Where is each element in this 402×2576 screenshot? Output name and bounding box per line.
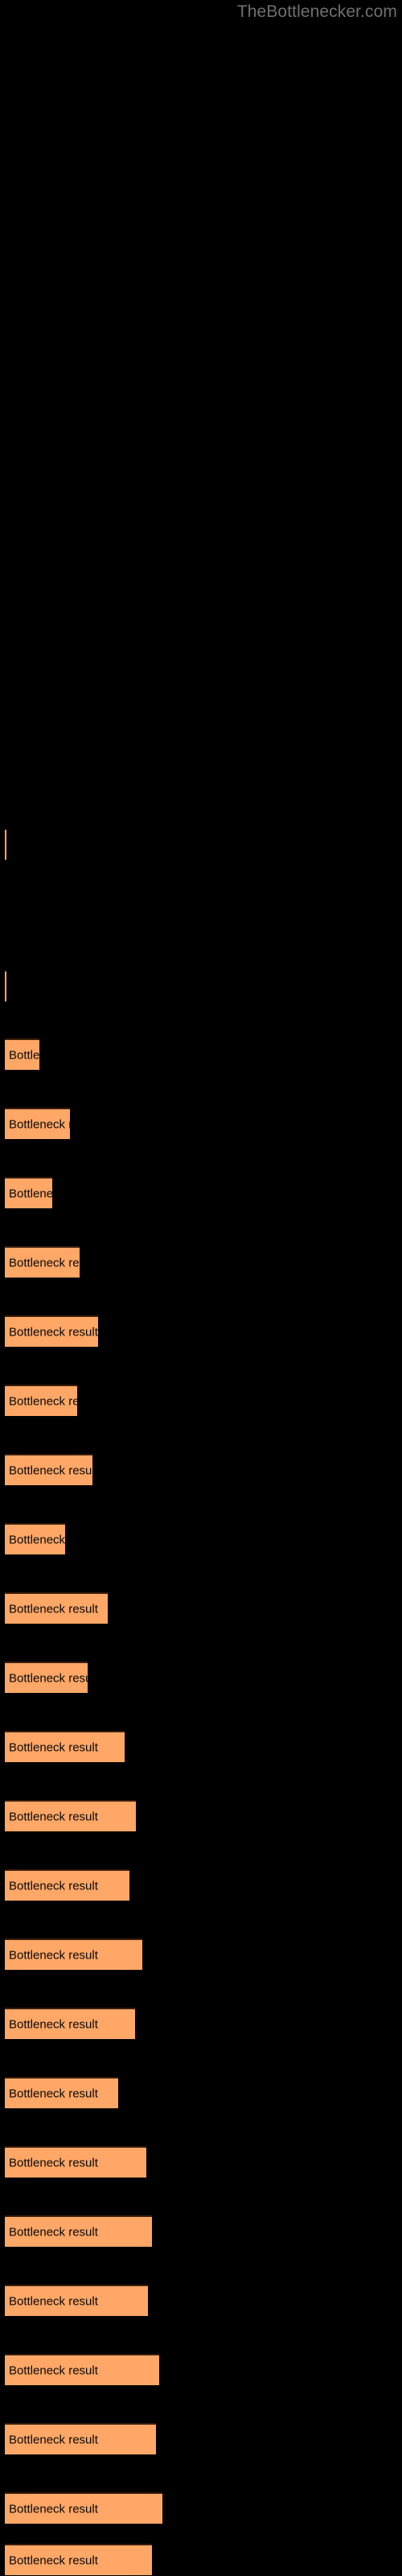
chart-bar-label: Bottleneck result (9, 1879, 98, 1893)
chart-bar[interactable]: Bottleneck result (5, 2215, 152, 2247)
chart-bar[interactable]: Bottleneck result (5, 2492, 162, 2524)
bottleneck-bar-chart: Bottleneck result Bottleneck result Bottle… (0, 0, 402, 2576)
chart-bar-label: Bottleneck result (9, 2363, 98, 2377)
page-root: TheBottlenecker.com Bottleneck resultBot… (0, 0, 402, 2576)
chart-bar-label: Bottleneck result (9, 1810, 98, 1823)
chart-bar-label: Bottleneck result (9, 2553, 98, 2567)
chart-bar[interactable]: Bottleneck result (5, 1177, 52, 1208)
chart-bar[interactable]: Bottleneck result (5, 1246, 80, 1278)
chart-bar-label: Bottleneck result (9, 2087, 98, 2100)
chart-bar-label: Bottleneck result (9, 1463, 92, 1477)
chart-bar-label: Bottleneck result (9, 1948, 98, 1962)
chart-bar-label: Bottleneck result (9, 1602, 98, 1616)
chart-bar[interactable]: Bottleneck result (5, 2077, 118, 2108)
chart-bar[interactable]: Bottleneck result (5, 1662, 88, 1693)
chart-bar[interactable]: Bottleneck result (5, 1869, 129, 1901)
chart-bar-label: Bottleneck result (9, 2294, 98, 2308)
chart-bar[interactable]: Bottleneck result (5, 1385, 77, 1416)
chart-bar[interactable]: Bottleneck result (5, 1523, 65, 1554)
chart-bar[interactable]: Bottleneck result (5, 1454, 92, 1485)
chart-bar[interactable]: Bottleneck result (5, 1315, 98, 1347)
chart-bar[interactable]: Bottleneck result (5, 970, 6, 1001)
chart-bar-label: Bottleneck result (9, 1048, 39, 1062)
chart-bar[interactable]: Bottleneck result (5, 1592, 108, 1624)
chart-bar-label: Bottleneck result (9, 2156, 98, 2169)
chart-bar[interactable]: Bottleneck result (5, 2285, 148, 2316)
chart-bar[interactable]: Bottleneck result (5, 1108, 70, 1139)
chart-bar[interactable]: Bottleneck result (5, 1938, 142, 1970)
chart-bar-label: Bottleneck result (9, 2017, 98, 2031)
chart-bar[interactable]: Bottleneck result (5, 2146, 146, 2178)
chart-bar[interactable]: Bottleneck result (5, 1800, 136, 1831)
chart-bar[interactable]: Bottleneck result (5, 1038, 39, 1070)
chart-bar-label: Bottleneck result (9, 2502, 98, 2516)
chart-bar-label: Bottleneck result (9, 2433, 98, 2446)
chart-bar-label: Bottleneck result (9, 1117, 70, 1131)
chart-bar[interactable]: Bottleneck result (5, 2354, 159, 2385)
chart-bar-label: Bottleneck result (9, 1256, 80, 1269)
chart-bar-label: Bottleneck result (9, 1187, 52, 1200)
chart-bar-label: Bottleneck result (9, 1740, 98, 1754)
chart-bar[interactable]: Bottleneck result (5, 1731, 125, 1762)
chart-bar-label: Bottleneck result (9, 1671, 88, 1685)
chart-bar-label: Bottleneck result (9, 1533, 65, 1546)
chart-bar[interactable]: Bottleneck result (5, 2544, 152, 2575)
chart-bar[interactable]: Bottleneck result (5, 828, 6, 860)
chart-bar[interactable]: Bottleneck result (5, 2423, 156, 2454)
chart-bar-label: Bottleneck result (9, 1394, 77, 1408)
chart-bar-label: Bottleneck result (9, 2225, 98, 2239)
chart-bar-label: Bottleneck result (9, 1325, 98, 1339)
chart-bar[interactable]: Bottleneck result (5, 2008, 135, 2039)
